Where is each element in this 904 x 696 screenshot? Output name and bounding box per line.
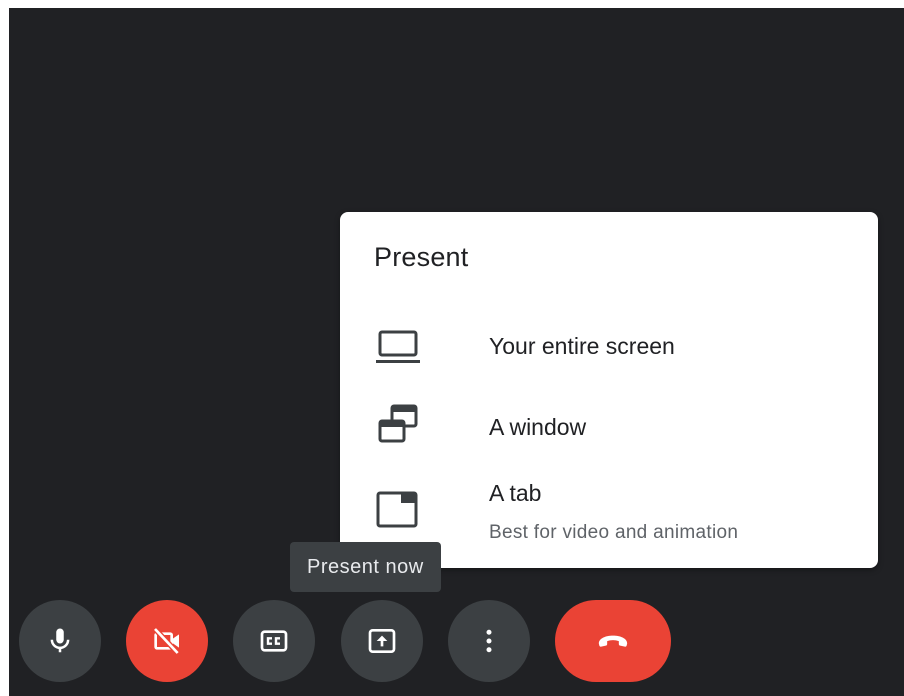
leave-call-button[interactable]: [555, 600, 671, 682]
present-screen-icon: [366, 625, 398, 657]
present-window-label: A window: [489, 414, 587, 440]
laptop-icon: [374, 322, 422, 370]
present-tab-label: A tab: [489, 480, 542, 506]
present-menu-title: Present: [374, 242, 469, 272]
closed-captions-icon: [258, 625, 290, 657]
camera-toggle-button[interactable]: [126, 600, 208, 682]
microphone-icon: [45, 626, 75, 656]
present-entire-screen-option[interactable]: Your entire screen: [340, 316, 878, 380]
captions-button[interactable]: [233, 600, 315, 682]
present-now-tooltip: Present now: [290, 542, 441, 592]
window-stack-icon: [374, 402, 422, 450]
more-vertical-icon: [474, 626, 504, 656]
present-entire-screen-label: Your entire screen: [489, 333, 675, 359]
phone-hangup-icon: [593, 621, 633, 661]
meeting-stage: Present Your entire screen A window A ta…: [9, 8, 904, 696]
browser-tab-icon: [374, 486, 422, 534]
present-menu: Present Your entire screen A window A ta…: [340, 212, 878, 568]
present-tab-sublabel: Best for video and animation: [489, 522, 739, 543]
present-now-button[interactable]: [341, 600, 423, 682]
present-window-option[interactable]: A window: [340, 396, 878, 460]
more-options-button[interactable]: [448, 600, 530, 682]
camera-off-icon: [151, 625, 183, 657]
microphone-button[interactable]: [19, 600, 101, 682]
